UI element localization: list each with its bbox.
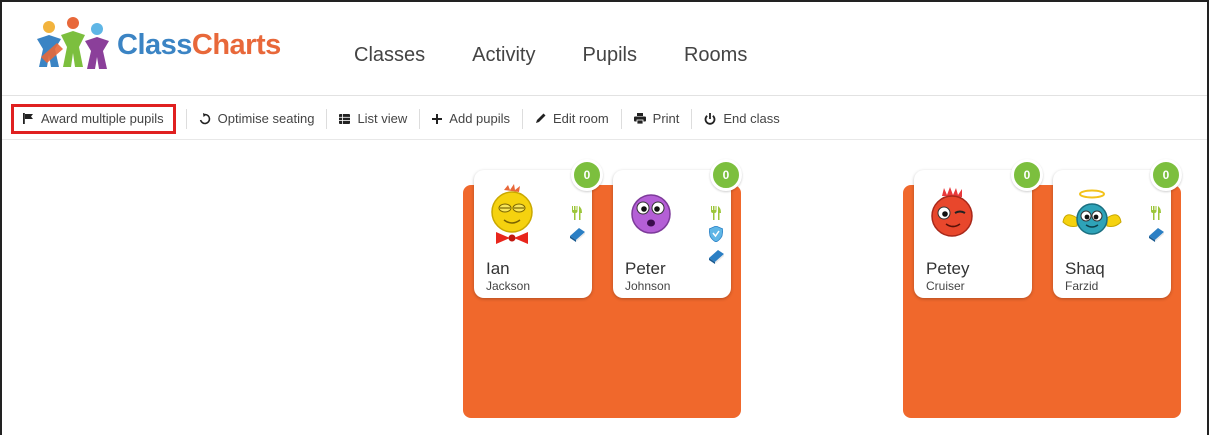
- points-badge[interactable]: 0: [1150, 159, 1182, 191]
- pupil-last-name: Jackson: [486, 279, 531, 293]
- header: ClassCharts Classes Activity Pupils Room…: [2, 2, 1207, 96]
- classcharts-logo[interactable]: ClassCharts: [35, 16, 285, 72]
- nav-pupils[interactable]: Pupils: [582, 44, 636, 67]
- edit-room-label: Edit room: [553, 111, 609, 126]
- book-icon: [707, 248, 725, 269]
- pupil-card-peter[interactable]: 0 Peter Johnson: [613, 159, 742, 298]
- award-multiple-pupils-button[interactable]: Award multiple pupils: [11, 103, 176, 134]
- list-view-label: List view: [357, 111, 408, 126]
- pupil-card-ian[interactable]: 0 Ian Jackson: [474, 159, 603, 298]
- pupil-last-name: Cruiser: [926, 279, 965, 293]
- pupil-first-name: Shaq: [1065, 259, 1105, 278]
- book-icon: [1147, 226, 1165, 247]
- print-label: Print: [652, 111, 680, 126]
- award-multiple-pupils-label: Award multiple pupils: [41, 111, 164, 126]
- points-badge[interactable]: 0: [710, 159, 742, 191]
- red-winking-avatar-icon: [931, 187, 973, 237]
- yellow-bowtie-avatar-icon: [491, 184, 533, 244]
- points-badge[interactable]: 0: [571, 159, 603, 191]
- pupil-status-icons: [1147, 206, 1165, 248]
- blue-angel-avatar-icon: [1062, 189, 1122, 235]
- fork-knife-icon: [571, 206, 583, 225]
- optimise-seating-label: Optimise seating: [217, 111, 315, 126]
- end-class-label: End class: [723, 111, 780, 126]
- refresh-icon: [199, 112, 211, 125]
- optimise-seating-button[interactable]: Optimise seating: [187, 108, 328, 129]
- pupil-last-name: Farzid: [1065, 279, 1099, 293]
- print-button[interactable]: Print: [622, 108, 693, 129]
- pupil-status-icons: [568, 206, 586, 248]
- nav-rooms[interactable]: Rooms: [684, 44, 747, 67]
- pupil-first-name: Ian: [486, 259, 510, 278]
- pupil-first-name: Peter: [625, 259, 666, 278]
- logo-text: ClassCharts: [117, 29, 281, 62]
- nav-classes[interactable]: Classes: [354, 44, 425, 67]
- main-nav: Classes Activity Pupils Rooms: [354, 44, 794, 67]
- list-view-button[interactable]: List view: [327, 108, 421, 129]
- flag-icon: [23, 113, 34, 124]
- nav-activity[interactable]: Activity: [472, 44, 535, 67]
- pupil-status-icons: [707, 206, 725, 270]
- pupil-card-petey[interactable]: 0 Petey Cruiser: [914, 159, 1043, 298]
- logo-text-class: Class: [117, 28, 192, 61]
- table-list-icon: [339, 113, 351, 124]
- logo-text-charts: Charts: [191, 28, 281, 61]
- add-pupils-label: Add pupils: [449, 111, 511, 126]
- shield-icon: [708, 225, 724, 247]
- pupil-first-name: Petey: [926, 259, 970, 278]
- fork-knife-icon: [1150, 206, 1162, 225]
- fork-knife-icon: [710, 206, 722, 225]
- purple-worried-avatar-icon: [631, 194, 671, 234]
- plus-icon: [432, 113, 443, 124]
- book-icon: [568, 226, 586, 247]
- pupil-card-shaq[interactable]: 0 Shaq Farzid: [1053, 159, 1182, 298]
- class-toolbar: Award multiple pupils Optimise seating L…: [2, 98, 1207, 140]
- logo-figures-icon: [37, 17, 109, 69]
- printer-icon: [633, 113, 646, 124]
- points-badge[interactable]: 0: [1011, 159, 1043, 191]
- add-pupils-button[interactable]: Add pupils: [420, 108, 524, 129]
- pupil-last-name: Johnson: [625, 279, 671, 293]
- end-class-button[interactable]: End class: [692, 109, 791, 129]
- pencil-icon: [535, 113, 546, 124]
- power-icon: [704, 112, 716, 125]
- edit-room-button[interactable]: Edit room: [523, 108, 622, 129]
